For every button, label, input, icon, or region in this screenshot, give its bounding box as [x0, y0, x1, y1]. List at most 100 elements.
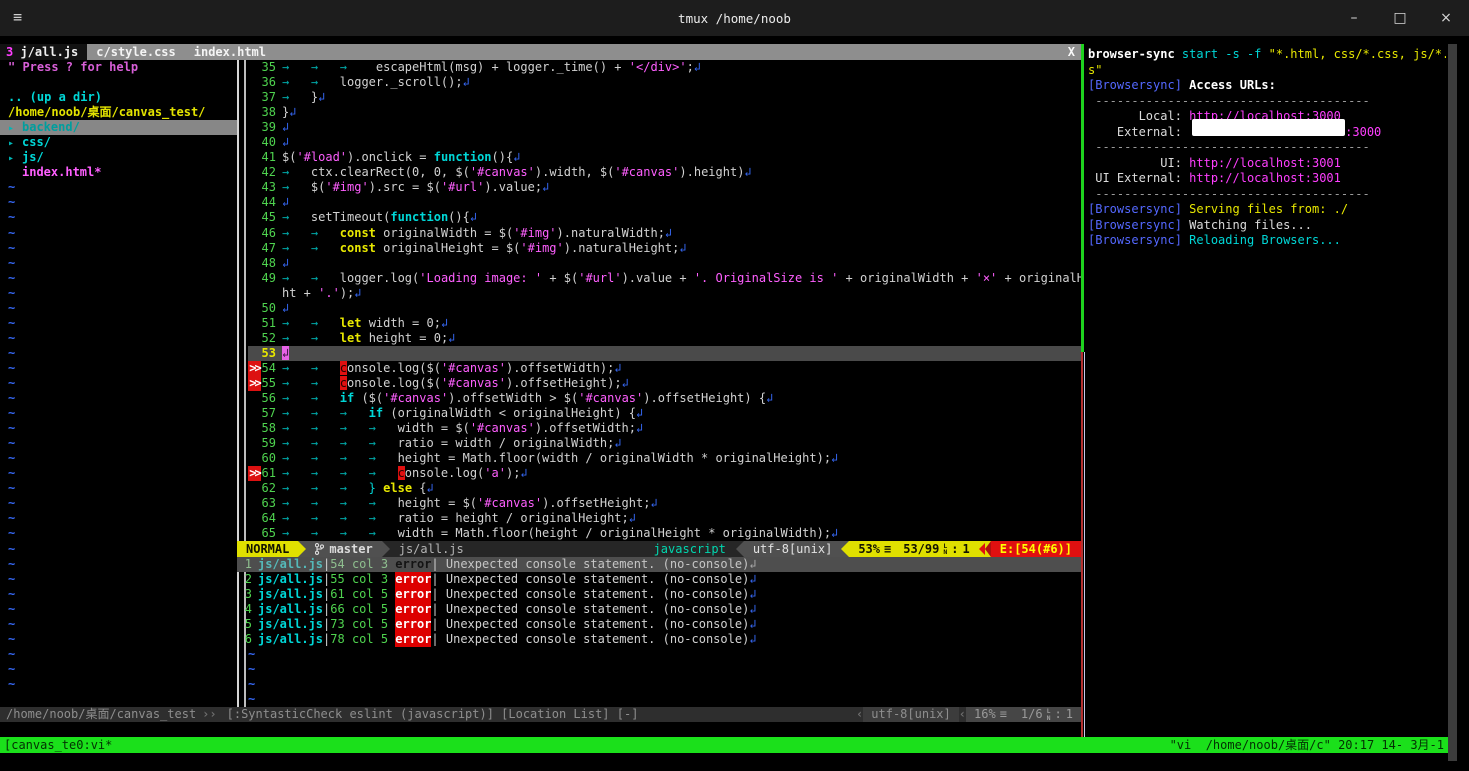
empty-line-tilde: ~	[0, 180, 237, 195]
code-line-63[interactable]: 63→→→→height = $('#canvas').offsetHeight…	[248, 496, 1081, 511]
code-text: →→→→ratio = height / originalHeight;↲	[282, 511, 1081, 526]
nerdtree-item-css[interactable]: ▸css/	[0, 135, 237, 150]
line-number: 52	[261, 331, 282, 346]
tab-char-icon: →	[282, 331, 311, 346]
line-number: 51	[261, 316, 282, 331]
loclist-line-col: 54 col 3	[330, 557, 388, 572]
eol-mark-icon: ↲	[636, 421, 643, 435]
maximize-button[interactable]: □	[1377, 0, 1423, 36]
eol-mark-icon: ↲	[513, 150, 520, 164]
loclist-row-6[interactable]: 6js/all.js|78 col 5 error| Unexpected co…	[237, 632, 1081, 647]
code-line-45[interactable]: 45→setTimeout(function(){↲	[248, 210, 1081, 225]
code-editor[interactable]: 35→→→ escapeHtml(msg) + logger._time() +…	[248, 60, 1081, 542]
code-line-61[interactable]: >>61→→→→console.log('a');↲	[248, 466, 1081, 481]
code-line-39[interactable]: 39↲	[248, 120, 1081, 135]
line-number-icon: LN	[1047, 708, 1051, 721]
code-text: →→let height = 0;↲	[282, 331, 1081, 346]
syntastic-error-sign: >>	[248, 361, 261, 376]
code-line-36[interactable]: 36→→logger._scroll();↲	[248, 75, 1081, 90]
code-line-53[interactable]: 53↲	[248, 346, 1081, 361]
tmux-pane-divider-active[interactable]	[1081, 44, 1084, 352]
code-line-49[interactable]: 49→→logger.log('Loading image: ' + $('#u…	[248, 271, 1081, 286]
loclist-row-1[interactable]: 1js/all.js|54 col 3 error| Unexpected co…	[237, 557, 1081, 572]
location-list[interactable]: 1js/all.js|54 col 3 error| Unexpected co…	[237, 557, 1081, 647]
loclist-message: Unexpected console statement. (no-consol…	[446, 572, 749, 587]
code-line-38[interactable]: 38}↲	[248, 105, 1081, 120]
tab-char-icon: →	[282, 421, 311, 436]
loclist-row-3[interactable]: 3js/all.js|61 col 5 error| Unexpected co…	[237, 587, 1081, 602]
nerdtree-item-label: css/	[22, 135, 51, 149]
code-line-40[interactable]: 40↲	[248, 135, 1081, 150]
code-line-58[interactable]: 58→→→→width = $('#canvas').offsetWidth;↲	[248, 421, 1081, 436]
code-text: →$('#img').src = $('#url').value;↲	[282, 180, 1081, 195]
loclist-file: js/all.js	[258, 572, 323, 587]
separator	[736, 541, 744, 557]
code-line-46[interactable]: 46→→const originalWidth = $('#img').natu…	[248, 226, 1081, 241]
url-link[interactable]: http://localhost:3001	[1189, 156, 1341, 170]
terminal-line: [Browsersync] Reloading Browsers...	[1088, 233, 1446, 249]
url-link[interactable]: http://localhost:3001	[1189, 171, 1341, 185]
code-line-60[interactable]: 60→→→→height = Math.floor(width / origin…	[248, 451, 1081, 466]
minimize-button[interactable]: –	[1331, 0, 1377, 36]
code-line-64[interactable]: 64→→→→ratio = height / originalHeight;↲	[248, 511, 1081, 526]
tab-close-button[interactable]: X	[1062, 44, 1081, 60]
eol-mark-icon: ↲	[831, 526, 838, 540]
nerdtree-item-indexhtml[interactable]: index.html*	[0, 165, 237, 180]
sign-column	[248, 391, 261, 406]
sign-column	[248, 120, 261, 135]
code-line-50[interactable]: 50↲	[248, 301, 1081, 316]
tmux-session-window[interactable]: [canvas_te0:vi*	[4, 737, 112, 753]
loclist-row-5[interactable]: 5js/all.js|73 col 5 error| Unexpected co…	[237, 617, 1081, 632]
tab-style-css[interactable]: c/style.css	[87, 44, 184, 60]
code-line-41[interactable]: 41$('#load').onclick = function(){↲	[248, 150, 1081, 165]
url-link[interactable]: :3000	[1345, 125, 1381, 139]
tab-index-html[interactable]: index.html	[185, 44, 275, 60]
tmux-pane-divider-lower[interactable]	[1084, 352, 1086, 737]
tab-char-icon: →	[311, 271, 340, 286]
eol-mark-icon: ↲	[354, 286, 361, 300]
tab-char-icon: →	[369, 466, 398, 481]
sign-column	[248, 105, 261, 120]
code-line-55[interactable]: >>55→→console.log($('#canvas').offsetHei…	[248, 376, 1081, 391]
code-line-56[interactable]: 56→→if ($('#canvas').offsetWidth > $('#c…	[248, 391, 1081, 406]
code-line-47[interactable]: 47→→const originalHeight = $('#img').nat…	[248, 241, 1081, 256]
loclist-row-2[interactable]: 2js/all.js|55 col 3 error| Unexpected co…	[237, 572, 1081, 587]
loclist-column-number: 1	[1066, 707, 1073, 722]
line-number: 56	[261, 391, 282, 406]
terminal-scrollbar[interactable]	[1448, 44, 1457, 761]
nerdtree-item-js[interactable]: ▸js/	[0, 150, 237, 165]
code-text: →→console.log($('#canvas').offsetHeight)…	[282, 376, 1081, 391]
code-line-51[interactable]: 51→→let width = 0;↲	[248, 316, 1081, 331]
code-line-35[interactable]: 35→→→ escapeHtml(msg) + logger._time() +…	[248, 60, 1081, 75]
code-line-52[interactable]: 52→→let height = 0;↲	[248, 331, 1081, 346]
nerdtree-item-backend[interactable]: ▸backend/	[0, 120, 237, 135]
code-line-59[interactable]: 59→→→→ratio = width / originalWidth;↲	[248, 436, 1081, 451]
code-line-42[interactable]: 42→ctx.clearRect(0, 0, $('#canvas').widt…	[248, 165, 1081, 180]
code-line-57[interactable]: 57→→→if (originalWidth < originalHeight)…	[248, 406, 1081, 421]
code-line-62[interactable]: 62→→→} else {↲	[248, 481, 1081, 496]
tab-char-icon: →	[340, 496, 369, 511]
code-line-48[interactable]: 48↲	[248, 256, 1081, 271]
tab-char-icon: →	[282, 406, 311, 421]
code-line-37[interactable]: 37→}↲	[248, 90, 1081, 105]
code-line-43[interactable]: 43→$('#img').src = $('#url').value;↲	[248, 180, 1081, 195]
loclist-row-4[interactable]: 4js/all.js|66 col 5 error| Unexpected co…	[237, 602, 1081, 617]
code-line-wrap[interactable]: ht + '.');↲	[248, 286, 1081, 301]
tab-active-js-all[interactable]: 3 j/all.js	[0, 44, 87, 60]
browser-sync-pane[interactable]: browser-sync start -s -f "*.html, css/*.…	[1088, 47, 1446, 249]
empty-line-tilde: ~	[0, 496, 237, 511]
sign-column	[248, 90, 261, 105]
empty-line-tilde: ~	[0, 436, 237, 451]
empty-line-tilde: ~	[248, 677, 255, 692]
nerdtree-root-path[interactable]: /home/noob/桌面/canvas_test/	[0, 105, 237, 120]
empty-line-tilde: ~	[0, 511, 237, 526]
tab-char-icon: →	[311, 496, 340, 511]
terminal-line: UI External: http://localhost:3001	[1088, 171, 1446, 187]
empty-line-tilde: ~	[0, 421, 237, 436]
empty-line-tilde: ~	[0, 481, 237, 496]
code-line-44[interactable]: 44↲	[248, 195, 1081, 210]
close-button[interactable]: ×	[1423, 0, 1469, 36]
nerdtree-up-dir[interactable]: .. (up a dir)	[0, 90, 237, 105]
code-line-65[interactable]: 65→→→→width = Math.floor(height / origin…	[248, 526, 1081, 541]
code-line-54[interactable]: >>54→→console.log($('#canvas').offsetWid…	[248, 361, 1081, 376]
